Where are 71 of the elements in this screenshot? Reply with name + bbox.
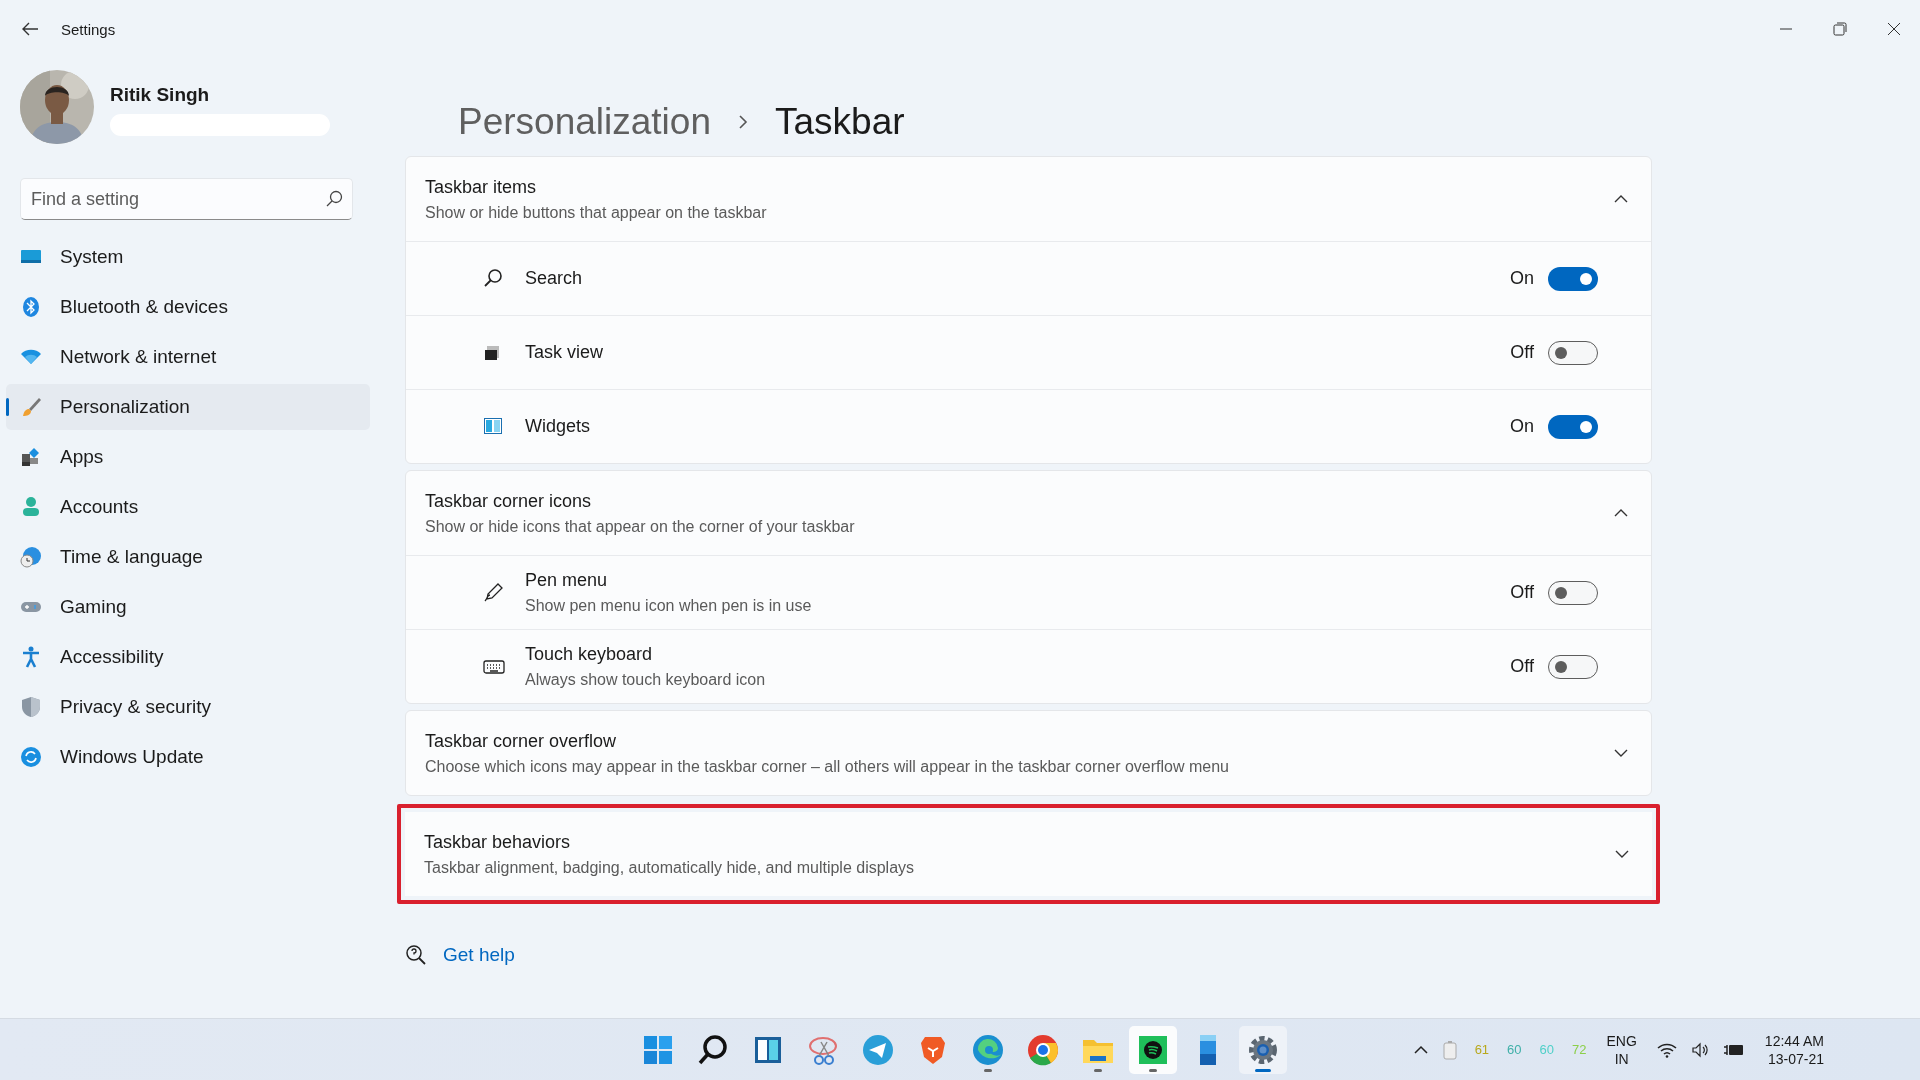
pen-icon bbox=[483, 581, 505, 604]
search-field[interactable]: Find a setting bbox=[20, 178, 353, 220]
toggle-switch[interactable] bbox=[1548, 580, 1598, 605]
nav-item[interactable]: Apps bbox=[6, 434, 370, 480]
toggle-switch[interactable] bbox=[1548, 266, 1598, 291]
paintbrush-icon bbox=[20, 396, 42, 418]
section-description: Taskbar alignment, badging, automatically hide, and multiple displays bbox=[424, 858, 916, 877]
section-description: Choose which icons may appear in the taskbar corner – all others will appear in the taskbar corner overflow menu bbox=[425, 757, 1230, 776]
setting-description: Always show touch keyboard icon bbox=[525, 671, 767, 689]
refresh-icon bbox=[20, 746, 42, 768]
tray-reading: 60 bbox=[1507, 1042, 1522, 1057]
user-name: Ritik Singh bbox=[110, 84, 211, 106]
taskbar-app[interactable] bbox=[1128, 1025, 1177, 1074]
bluetooth-icon bbox=[20, 296, 42, 318]
tray-reading: 72 bbox=[1572, 1042, 1587, 1057]
section-description: Show or hide buttons that appear on the taskbar bbox=[425, 203, 768, 222]
nav-item[interactable]: Accounts bbox=[6, 484, 370, 530]
breadcrumb-link[interactable]: Personalization bbox=[458, 101, 711, 143]
accessibility-icon bbox=[20, 646, 42, 668]
chevron-up-icon[interactable] bbox=[1613, 508, 1629, 518]
toggle-state-label: On bbox=[1510, 416, 1534, 437]
help-icon bbox=[405, 944, 427, 966]
nav-item[interactable]: Bluetooth & devices bbox=[6, 284, 370, 330]
close-icon[interactable] bbox=[1886, 21, 1902, 37]
language-button[interactable]: ENG IN bbox=[1600, 1031, 1643, 1068]
chevron-down-icon[interactable] bbox=[1613, 748, 1629, 758]
nav-item[interactable]: Gaming bbox=[6, 584, 370, 630]
setting-label: Widgets bbox=[525, 416, 592, 437]
clock-button[interactable]: 12:44 AM 13-07-21 bbox=[1758, 1031, 1830, 1068]
setting-description: Show pen menu icon when pen is in use bbox=[525, 597, 813, 615]
window-title: Settings bbox=[61, 20, 116, 38]
toggle-switch[interactable] bbox=[1548, 414, 1598, 439]
toggle-switch[interactable] bbox=[1548, 654, 1598, 679]
restore-icon[interactable] bbox=[1832, 21, 1848, 37]
section-title: Taskbar behaviors bbox=[424, 831, 572, 853]
toggle-state-label: Off bbox=[1510, 342, 1534, 363]
nav-item[interactable]: System bbox=[6, 234, 370, 280]
person-icon bbox=[20, 496, 42, 518]
nav-item[interactable]: Personalization bbox=[6, 384, 370, 430]
apps-icon bbox=[20, 446, 42, 468]
toggle-state-label: Off bbox=[1510, 582, 1534, 603]
toggle-switch[interactable] bbox=[1548, 340, 1598, 365]
setting-label: Touch keyboard bbox=[525, 644, 654, 665]
nav-item[interactable]: Network & internet bbox=[6, 334, 370, 380]
page-title: Taskbar bbox=[775, 101, 905, 143]
nav-item[interactable]: Time & language bbox=[6, 534, 370, 580]
nav-item[interactable]: Windows Update bbox=[6, 734, 370, 780]
search-icon bbox=[325, 190, 343, 208]
back-icon[interactable] bbox=[21, 21, 39, 37]
nav-item[interactable]: Privacy & security bbox=[6, 684, 370, 730]
section-title: Taskbar items bbox=[425, 176, 538, 198]
section-title: Taskbar corner overflow bbox=[425, 730, 618, 752]
chevron-up-icon[interactable] bbox=[1613, 194, 1629, 204]
setting-label: Task view bbox=[525, 342, 605, 363]
help-link[interactable]: Get help bbox=[443, 944, 515, 966]
globe-clock-icon bbox=[20, 546, 42, 568]
chevron-up-icon[interactable] bbox=[1412, 1044, 1429, 1055]
toggle-state-label: On bbox=[1510, 268, 1534, 289]
setting-label: Search bbox=[525, 268, 584, 289]
chevron-down-icon[interactable] bbox=[1614, 849, 1630, 859]
setting-label: Pen menu bbox=[525, 570, 609, 591]
nav-item[interactable]: Accessibility bbox=[6, 634, 370, 680]
tray-reading: 61 bbox=[1474, 1042, 1490, 1057]
speaker-icon[interactable] bbox=[1690, 1041, 1709, 1058]
shield-icon bbox=[20, 696, 42, 718]
tray-reading: 60 bbox=[1539, 1042, 1555, 1057]
wifi-icon[interactable] bbox=[1656, 1041, 1677, 1058]
section-title: Taskbar corner icons bbox=[425, 490, 593, 512]
chevron-right-icon bbox=[737, 113, 749, 131]
toggle-state-label: Off bbox=[1510, 656, 1534, 677]
section-description: Show or hide icons that appear on the corner of your taskbar bbox=[425, 517, 856, 536]
